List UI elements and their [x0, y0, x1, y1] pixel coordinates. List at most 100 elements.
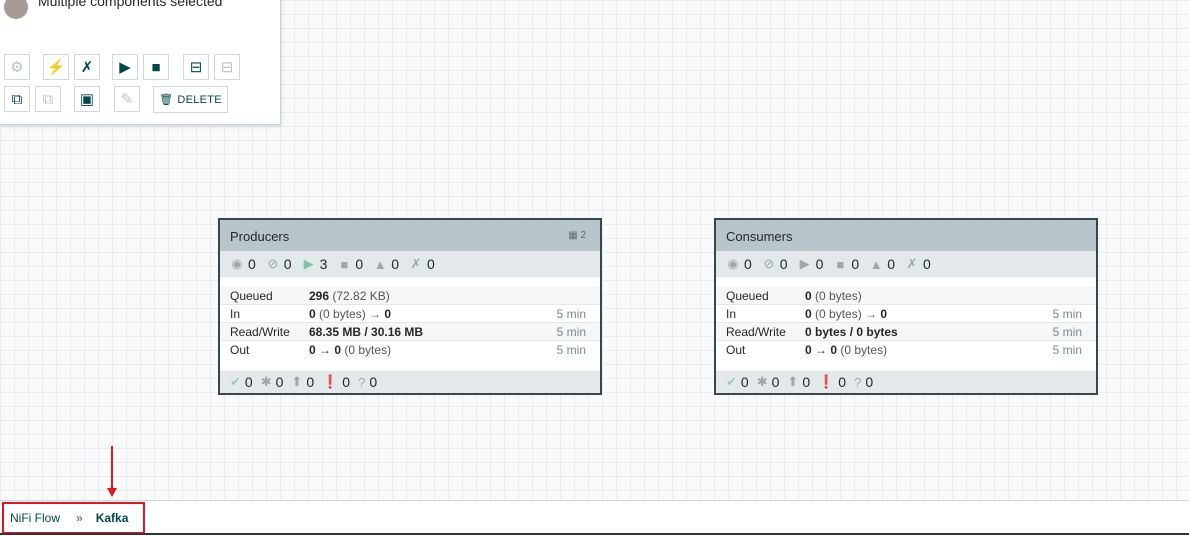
row-value: 0 (0 bytes) → 0 [805, 304, 1022, 323]
running-count: 0 [815, 256, 824, 272]
not-transmitting-icon: ⊘ [267, 256, 279, 271]
row-time: 5 min [1022, 340, 1096, 358]
breadcrumb-current[interactable]: Kafka [96, 511, 129, 525]
check-icon: ✔ [726, 374, 737, 389]
copy-button[interactable]: ⧉ [4, 86, 30, 112]
unknown-count: 0 [865, 374, 874, 390]
exclamation-circle-icon: ❗ [322, 374, 339, 389]
warning-icon: ▲ [373, 256, 387, 272]
operate-palette: Multiple components selected ⚙ ⚡ ✗ ▶ ■ ⊟… [0, 0, 281, 125]
stop-icon: ■ [151, 58, 161, 76]
lightning-icon: ⚡ [46, 59, 66, 76]
row-label: In [716, 304, 805, 323]
row-time: 5 min [1022, 322, 1096, 341]
row-label: In [220, 304, 309, 323]
disabled-count: 0 [922, 256, 931, 272]
stale-count: 0 [802, 374, 811, 390]
stats-table: Queued 296 (72.82 KB) In 0 (0 bytes) → 0… [220, 287, 600, 358]
row-time: 5 min [526, 340, 600, 358]
row-time: 5 min [526, 304, 600, 323]
warning-icon: ▲ [869, 256, 883, 272]
up-to-date-count: 0 [740, 374, 749, 390]
process-group-producers[interactable]: Producers ▦ 2 ◉ 0 ⊘ 0 ▶ 3 ■ 0 ▲ 0 ✗ 0 Queued 2… [218, 218, 602, 395]
version-count: ▦ 2 [568, 230, 586, 241]
breadcrumb-bar: NiFi Flow » Kafka [0, 500, 1189, 536]
disabled-icon: ✗ [410, 256, 422, 271]
asterisk-icon: ✱ [260, 374, 272, 389]
paste-button[interactable]: ⧉ [35, 86, 61, 112]
sync-failure-count: 0 [342, 374, 351, 390]
running-count: 3 [319, 256, 328, 272]
group-button[interactable]: ▣ [74, 86, 100, 112]
disable-icon: ✗ [80, 59, 94, 76]
question-icon: ? [854, 374, 862, 390]
transmitting-icon: ◉ [231, 256, 243, 271]
stats-table: Queued 0 (0 bytes) In 0 (0 bytes) → 0 5 … [716, 287, 1096, 358]
sync-failure-count: 0 [838, 374, 847, 390]
selection-text: Multiple components selected [38, 0, 223, 9]
check-icon: ✔ [230, 374, 241, 389]
upload-template-icon: ⊟ [220, 59, 234, 76]
row-label: Queued [716, 287, 805, 305]
row-label: Read/Write [220, 322, 309, 341]
annotation-arrow-head [107, 488, 117, 497]
stopped-count: 0 [851, 256, 860, 272]
invalid-count: 0 [887, 256, 895, 272]
row-value: 0 (0 bytes) [805, 287, 1022, 305]
row-value: 296 (72.82 KB) [309, 287, 526, 305]
group-header: Consumers [716, 220, 1096, 251]
breadcrumb-root[interactable]: NiFi Flow [10, 511, 60, 525]
gear-icon: ⚙ [10, 59, 24, 76]
row-time: 5 min [1022, 304, 1096, 323]
enable-button[interactable]: ⚡ [43, 54, 69, 80]
disable-button[interactable]: ✗ [74, 54, 100, 80]
row-label: Out [716, 340, 805, 358]
disabled-icon: ✗ [906, 256, 918, 271]
group-name: Producers [230, 229, 290, 244]
component-stats: ◉ 0 ⊘ 0 ▶ 0 ■ 0 ▲ 0 ✗ 0 [716, 251, 1096, 277]
row-time [526, 287, 600, 305]
group-icon: ▣ [79, 91, 95, 108]
version-stats: ✔ 0 ✱ 0 ⬆ 0 ❗ 0 ? 0 [220, 371, 600, 393]
play-icon: ▶ [119, 59, 131, 76]
transmitting-count: 0 [744, 256, 752, 272]
create-template-button[interactable]: ⊟ [183, 54, 209, 80]
selection-icon [4, 0, 28, 19]
asterisk-icon: ✱ [756, 374, 768, 389]
not-transmitting-count: 0 [779, 256, 788, 272]
brush-icon: ✎ [120, 91, 134, 108]
color-button[interactable]: ✎ [114, 86, 140, 112]
delete-button[interactable]: 🗑 DELETE [153, 86, 228, 113]
question-icon: ? [358, 374, 366, 390]
process-group-consumers[interactable]: Consumers ◉ 0 ⊘ 0 ▶ 0 ■ 0 ▲ 0 ✗ 0 Queued 0 (0 … [714, 218, 1098, 395]
group-name: Consumers [726, 229, 793, 244]
stale-count: 0 [306, 374, 315, 390]
trash-icon: 🗑 [159, 94, 174, 106]
row-value: 0 bytes / 0 bytes [805, 322, 1022, 341]
versioned-icon: ▦ [568, 230, 578, 241]
breadcrumb-separator: » [76, 511, 83, 525]
arrow-up-circle-icon: ⬆ [787, 374, 799, 389]
version-stats: ✔ 0 ✱ 0 ⬆ 0 ❗ 0 ? 0 [716, 371, 1096, 393]
unknown-count: 0 [369, 374, 378, 390]
row-time: 5 min [526, 322, 600, 341]
stopped-icon: ■ [836, 256, 845, 272]
row-label: Queued [220, 287, 309, 305]
stop-button[interactable]: ■ [143, 54, 169, 80]
start-button[interactable]: ▶ [112, 54, 138, 80]
arrow-up-circle-icon: ⬆ [291, 374, 303, 389]
row-label: Read/Write [716, 322, 805, 341]
stopped-icon: ■ [340, 256, 349, 272]
transmitting-icon: ◉ [727, 256, 739, 271]
row-time [1022, 287, 1096, 305]
exclamation-circle-icon: ❗ [818, 374, 835, 389]
upload-template-button[interactable]: ⊟ [214, 54, 240, 80]
row-value: 0 (0 bytes) → 0 [309, 304, 526, 323]
stopped-count: 0 [355, 256, 364, 272]
disabled-count: 0 [426, 256, 435, 272]
row-value: 0 → 0 (0 bytes) [805, 340, 1022, 358]
configure-button[interactable]: ⚙ [4, 54, 30, 80]
running-icon: ▶ [303, 256, 314, 271]
transmitting-count: 0 [248, 256, 256, 272]
copy-icon: ⧉ [11, 90, 23, 108]
